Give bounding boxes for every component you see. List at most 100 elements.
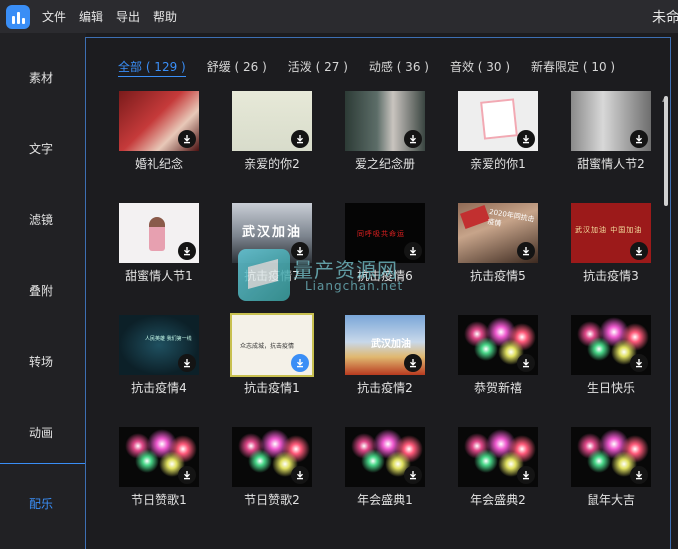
menu-bar: 文件 编辑 导出 帮助 未命 [0, 0, 678, 33]
template-label: 抗击疫情2 [357, 381, 413, 395]
download-icon[interactable] [630, 466, 648, 484]
template-item[interactable]: 甜蜜情人节2 [571, 91, 651, 172]
sidebar-divider [0, 463, 86, 464]
download-icon[interactable] [517, 242, 535, 260]
download-icon[interactable] [630, 242, 648, 260]
sidebar-item-overlay[interactable]: 叠附 [0, 282, 86, 299]
tab-dynamic[interactable]: 动感 ( 36 ) [369, 58, 429, 77]
download-icon[interactable] [404, 130, 422, 148]
template-thumbnail[interactable]: 武汉加油 [345, 315, 425, 375]
menu-help[interactable]: 帮助 [153, 8, 177, 25]
download-icon[interactable] [404, 242, 422, 260]
template-thumbnail[interactable]: 人民英雄 我们第一线 [119, 315, 199, 375]
template-item[interactable]: 年会盛典2 [458, 427, 538, 508]
download-icon[interactable] [291, 466, 309, 484]
template-item[interactable]: 甜蜜情人节1 [119, 203, 199, 284]
download-icon[interactable] [630, 130, 648, 148]
template-item[interactable]: 武汉加油 中国加油抗击疫情3 [571, 203, 651, 284]
download-icon[interactable] [404, 354, 422, 372]
download-icon[interactable] [517, 354, 535, 372]
template-label: 抗击疫情3 [583, 269, 639, 283]
template-thumbnail[interactable] [571, 315, 651, 375]
template-item[interactable]: 节日赞歌2 [232, 427, 312, 508]
thumbnail-caption: 同呼吸共命运 [357, 230, 405, 238]
template-label: 甜蜜情人节2 [577, 157, 645, 171]
template-thumbnail[interactable] [345, 427, 425, 487]
template-item[interactable]: 亲爱的你1 [458, 91, 538, 172]
watermark-subtext: Liangchan.net [305, 279, 404, 293]
template-thumbnail[interactable]: 众志成城，抗击疫情 [230, 313, 314, 377]
menu-edit[interactable]: 编辑 [79, 8, 103, 25]
template-panel: 全部 ( 129 ) 舒缓 ( 26 ) 活泼 ( 27 ) 动感 ( 36 )… [85, 37, 671, 549]
sidebar-item-transition[interactable]: 转场 [0, 353, 86, 370]
template-item[interactable]: 亲爱的你2 [232, 91, 312, 172]
app-logo-icon[interactable] [6, 4, 30, 29]
template-item[interactable]: 众志成城，抗击疫情抗击疫情1 [230, 313, 314, 396]
download-icon[interactable] [178, 466, 196, 484]
template-item[interactable]: 武汉加油抗击疫情2 [345, 315, 425, 396]
template-thumbnail[interactable] [458, 91, 538, 151]
template-item[interactable]: 爱之纪念册 [345, 91, 425, 172]
tab-soothing[interactable]: 舒缓 ( 26 ) [207, 58, 267, 77]
template-label: 年会盛典2 [470, 493, 526, 507]
template-thumbnail[interactable] [232, 427, 312, 487]
sidebar-item-music[interactable]: 配乐 [0, 495, 86, 512]
sidebar: 素材 文字 滤镜 叠附 转场 动画 配乐 [0, 33, 86, 549]
template-label: 抗击疫情1 [244, 381, 300, 395]
template-thumbnail[interactable] [458, 427, 538, 487]
menu-file[interactable]: 文件 [42, 8, 66, 25]
template-label: 抗击疫情4 [131, 381, 187, 395]
template-label: 爱之纪念册 [354, 157, 415, 171]
template-thumbnail[interactable] [119, 427, 199, 487]
download-icon[interactable] [291, 354, 309, 372]
watermark-logo-icon [238, 249, 290, 301]
download-icon[interactable] [517, 130, 535, 148]
sidebar-item-filter[interactable]: 滤镜 [0, 211, 86, 228]
template-item[interactable]: 生日快乐 [571, 315, 651, 396]
template-thumbnail[interactable]: 2020年同抗击疫情 [458, 203, 538, 263]
template-thumbnail[interactable]: 武汉加油 中国加油 [571, 203, 651, 263]
template-item[interactable]: 人民英雄 我们第一线抗击疫情4 [119, 315, 199, 396]
template-item[interactable]: 鼠年大吉 [571, 427, 651, 508]
template-label: 节日赞歌1 [131, 493, 187, 507]
template-item[interactable]: 节日赞歌1 [119, 427, 199, 508]
template-item[interactable]: 2020年同抗击疫情抗击疫情5 [458, 203, 538, 284]
category-tabs: 全部 ( 129 ) 舒缓 ( 26 ) 活泼 ( 27 ) 动感 ( 36 )… [118, 58, 636, 77]
template-thumbnail[interactable] [571, 91, 651, 151]
download-icon[interactable] [517, 466, 535, 484]
template-item[interactable]: 恭贺新禧 [458, 315, 538, 396]
template-thumbnail[interactable] [232, 91, 312, 151]
template-label: 抗击疫情5 [470, 269, 526, 283]
download-icon[interactable] [630, 354, 648, 372]
template-thumbnail[interactable] [119, 203, 199, 263]
template-label: 节日赞歌2 [244, 493, 300, 507]
tab-all[interactable]: 全部 ( 129 ) [118, 58, 186, 77]
tab-sound-effects[interactable]: 音效 ( 30 ) [450, 58, 510, 77]
download-icon[interactable] [178, 242, 196, 260]
template-label: 年会盛典1 [357, 493, 413, 507]
template-label: 亲爱的你2 [244, 157, 300, 171]
template-item[interactable]: 年会盛典1 [345, 427, 425, 508]
template-thumbnail[interactable] [119, 91, 199, 151]
template-label: 生日快乐 [586, 381, 635, 395]
menu-export[interactable]: 导出 [116, 8, 140, 25]
template-label: 鼠年大吉 [586, 493, 635, 507]
download-icon[interactable] [291, 130, 309, 148]
thumbnail-caption: 武汉加油 中国加油 [575, 226, 643, 234]
download-icon[interactable] [404, 466, 422, 484]
sidebar-item-animation[interactable]: 动画 [0, 424, 86, 441]
template-label: 婚礼纪念 [134, 157, 183, 171]
tab-lively[interactable]: 活泼 ( 27 ) [288, 58, 348, 77]
template-thumbnail[interactable] [571, 427, 651, 487]
thumbnail-caption: 众志成城，抗击疫情 [240, 343, 295, 350]
scrollbar-thumb[interactable] [664, 96, 668, 206]
template-thumbnail[interactable] [345, 91, 425, 151]
template-label: 亲爱的你1 [470, 157, 526, 171]
template-item[interactable]: 婚礼纪念 [119, 91, 199, 172]
download-icon[interactable] [178, 130, 196, 148]
template-thumbnail[interactable] [458, 315, 538, 375]
tab-new-year[interactable]: 新春限定 ( 10 ) [531, 58, 615, 77]
sidebar-item-material[interactable]: 素材 [0, 69, 86, 86]
download-icon[interactable] [178, 354, 196, 372]
sidebar-item-text[interactable]: 文字 [0, 140, 86, 157]
